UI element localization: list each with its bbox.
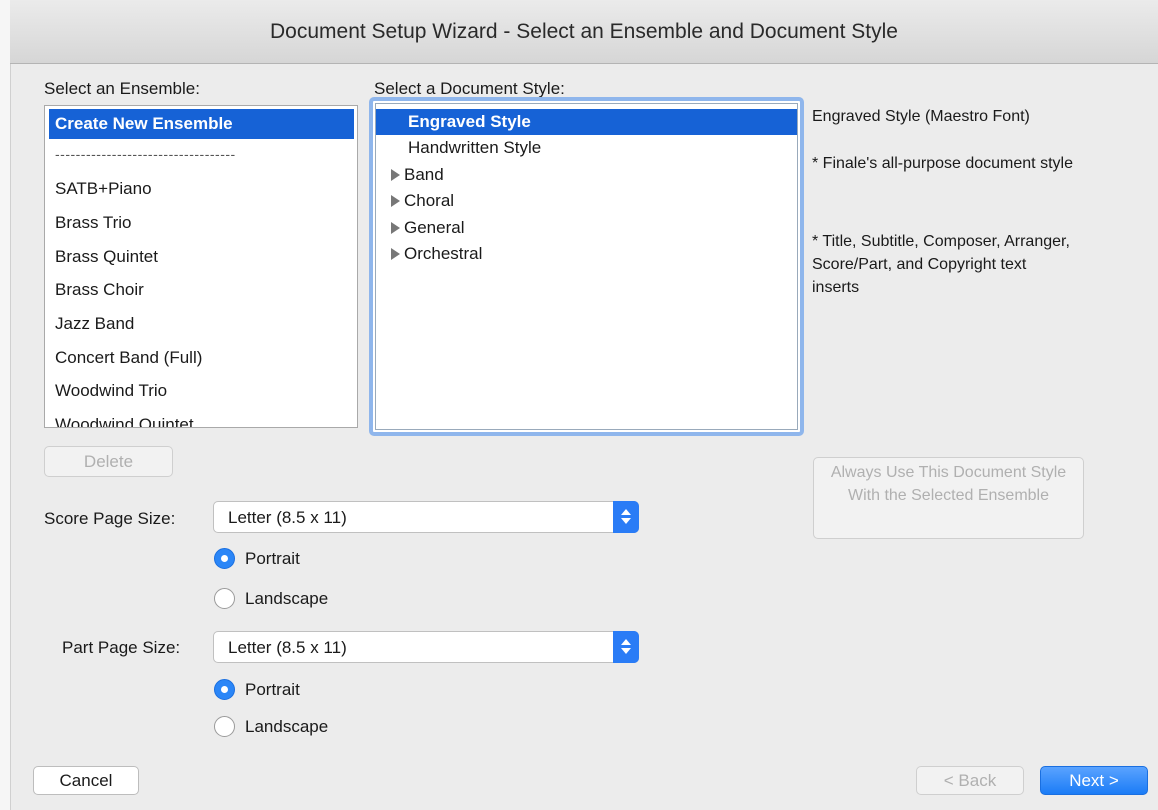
part-page-size-value: Letter (8.5 x 11) (228, 638, 347, 657)
window-title: Document Setup Wizard - Select an Ensemb… (270, 20, 898, 43)
disclosure-triangle-icon[interactable] (391, 248, 400, 260)
title-bar: Document Setup Wizard - Select an Ensemb… (10, 0, 1158, 64)
ensemble-item[interactable]: Woodwind Trio (49, 376, 354, 406)
style-description-line: * Title, Subtitle, Composer, Arranger, S… (812, 233, 1070, 296)
score-page-size-label: Score Page Size: (44, 509, 176, 528)
always-use-style-button[interactable]: Always Use This Document Style With the … (813, 457, 1084, 539)
disclosure-triangle-icon[interactable] (391, 169, 400, 181)
next-button[interactable]: Next > (1040, 766, 1148, 795)
ensemble-item[interactable]: Woodwind Quintet (49, 410, 354, 427)
ensemble-item[interactable]: Brass Choir (49, 275, 354, 305)
part-landscape-label[interactable]: Landscape (245, 717, 328, 737)
style-folder-label: Orchestral (404, 244, 483, 263)
back-button[interactable]: < Back (916, 766, 1024, 795)
ensemble-item[interactable]: Brass Quintet (49, 242, 354, 272)
style-item-handwritten[interactable]: Handwritten Style (376, 135, 797, 161)
ensemble-item[interactable]: Brass Trio (49, 208, 354, 238)
ensemble-item[interactable]: SATB+Piano (49, 174, 354, 204)
style-description-line: * Finale's all-purpose document style (812, 155, 1073, 172)
style-list[interactable]: Engraved Style Handwritten Style Band Ch… (375, 103, 798, 430)
style-folder-general[interactable]: General (376, 215, 797, 241)
ensemble-list[interactable]: Create New Ensemble --------------------… (44, 105, 358, 428)
style-folder-label: Band (404, 165, 444, 184)
style-label: Select a Document Style: (374, 79, 565, 98)
ensemble-item[interactable]: Concert Band (Full) (49, 343, 354, 373)
style-folder-band[interactable]: Band (376, 162, 797, 188)
style-item-engraved[interactable]: Engraved Style (376, 109, 797, 135)
window-edge (0, 0, 11, 810)
score-page-size-select[interactable]: Letter (8.5 x 11) (213, 501, 639, 533)
style-folder-label: Choral (404, 191, 455, 210)
ensemble-item-create-new[interactable]: Create New Ensemble (49, 109, 354, 139)
style-folder-choral[interactable]: Choral (376, 188, 797, 214)
part-portrait-radio[interactable] (214, 679, 235, 700)
score-landscape-radio[interactable] (214, 588, 235, 609)
score-landscape-label[interactable]: Landscape (245, 589, 328, 609)
stepper-arrows-icon[interactable] (613, 501, 639, 533)
part-page-size-label: Part Page Size: (62, 638, 181, 657)
style-list-focus-ring: Engraved Style Handwritten Style Band Ch… (369, 97, 804, 436)
part-page-size-select[interactable]: Letter (8.5 x 11) (213, 631, 639, 663)
cancel-button[interactable]: Cancel (33, 766, 139, 795)
part-portrait-label[interactable]: Portrait (245, 680, 300, 700)
score-portrait-radio[interactable] (214, 548, 235, 569)
score-page-size-value: Letter (8.5 x 11) (228, 508, 347, 527)
disclosure-triangle-icon[interactable] (391, 222, 400, 234)
delete-button[interactable]: Delete (44, 446, 173, 477)
score-portrait-label[interactable]: Portrait (245, 549, 300, 569)
disclosure-triangle-icon[interactable] (391, 195, 400, 207)
part-landscape-radio[interactable] (214, 716, 235, 737)
ensemble-item[interactable]: Jazz Band (49, 309, 354, 339)
stepper-arrows-icon[interactable] (613, 631, 639, 663)
style-description-title: Engraved Style (Maestro Font) (812, 108, 1030, 125)
ensemble-separator: ----------------------------------- (55, 146, 236, 162)
ensemble-label: Select an Ensemble: (44, 79, 200, 98)
style-folder-label: General (404, 218, 465, 237)
style-folder-orchestral[interactable]: Orchestral (376, 241, 797, 267)
